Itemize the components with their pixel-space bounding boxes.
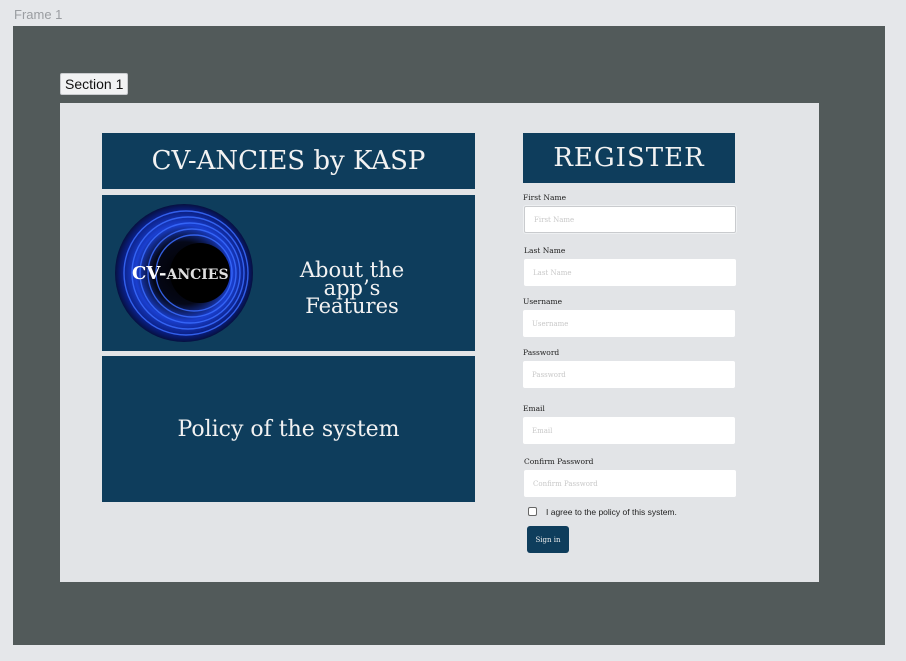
last-name-label: Last Name <box>524 246 566 255</box>
logo-text-small: ANCIES <box>166 267 229 283</box>
features-line-1: About the app’s <box>299 258 405 300</box>
policy-panel[interactable]: Policy of the system <box>102 356 475 502</box>
confirm-password-field[interactable] <box>524 470 736 497</box>
agree-label: I agree to the policy of this system. <box>546 507 677 517</box>
first-name-label: First Name <box>523 193 567 202</box>
password-field[interactable] <box>523 361 735 388</box>
agree-checkbox[interactable] <box>528 507 537 516</box>
logo-text-main: CV- <box>132 263 167 284</box>
register-header: REGISTER <box>523 133 735 183</box>
sign-in-button[interactable]: Sign in <box>527 526 569 553</box>
features-line-2: Features <box>305 294 399 318</box>
app-title: CV-ANCIES by KASP <box>151 146 426 176</box>
email-field[interactable] <box>523 417 735 444</box>
policy-link[interactable]: Policy of the system <box>177 417 399 442</box>
logo-text: CV-ANCIES <box>132 263 229 284</box>
confirm-password-label: Confirm Password <box>524 457 594 466</box>
last-name-field[interactable] <box>524 259 736 286</box>
password-label: Password <box>523 348 560 357</box>
features-link[interactable]: About the app’s Features <box>272 258 432 318</box>
frame-label[interactable]: Frame 1 <box>14 7 62 22</box>
app-title-banner: CV-ANCIES by KASP <box>102 133 475 189</box>
features-panel[interactable]: CV-ANCIES About the app’s Features <box>102 195 475 351</box>
email-label: Email <box>523 404 545 413</box>
username-label: Username <box>523 297 563 306</box>
register-title: REGISTER <box>553 143 705 173</box>
first-name-field[interactable] <box>524 206 736 233</box>
username-field[interactable] <box>523 310 735 337</box>
section-label[interactable]: Section 1 <box>60 73 129 95</box>
